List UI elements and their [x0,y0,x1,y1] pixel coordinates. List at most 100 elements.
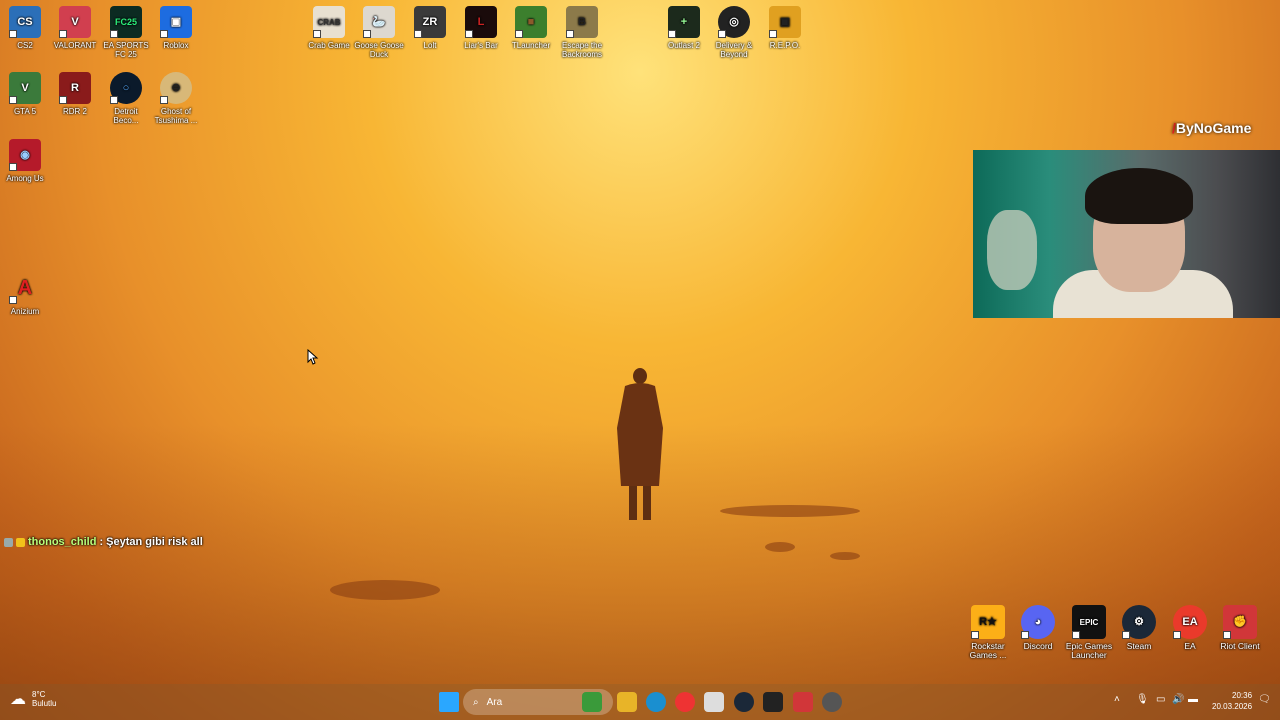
weather-widget[interactable]: ☁ 8°C Bulutlu [10,689,56,709]
ghost-icon: ⊜ [160,72,192,104]
icon-label: EA SPORTS FC 25 [103,41,149,59]
icon-label: Outlast 2 [667,41,700,50]
battery-icon[interactable]: ▬ [1188,694,1198,705]
plush-toy [987,210,1037,290]
microphone-icon[interactable]: 🎙 [1136,694,1149,705]
desktop-icon-cs2[interactable]: CS CS2 [0,6,50,50]
repo-icon: ▣ [769,6,801,38]
icon-label: Steam [1126,641,1152,651]
rock [830,552,860,560]
epic-games-icon: EPIC [1072,605,1106,639]
chrome-icon[interactable] [675,692,695,712]
rock [720,505,860,517]
icon-label: R.E.P.O. [769,41,801,50]
icon-label: Delivery & Beyond [715,41,753,59]
desktop-icon-epic-games[interactable]: EPIC Epic Games Launcher [1061,605,1117,660]
bynogame-logo: /ByNoGame [1172,120,1251,136]
desktop-icon-liars-bar[interactable]: L Liar's Bar [456,6,506,50]
rdr2-icon: R [59,72,91,104]
file-explorer-icon[interactable] [617,692,637,712]
date-text: 20.03.2026 [1212,702,1253,711]
desktop-icon-valorant[interactable]: V VALORANT [50,6,100,50]
logo-text: ByNoGame [1175,120,1252,136]
edge-icon[interactable] [646,692,666,712]
rock [330,580,440,600]
desktop-icon-delivery-beyond[interactable]: ◎ Delivery & Beyond [709,6,759,59]
volume-icon[interactable]: 🔊 [1172,694,1184,705]
delivery-icon: ◎ [718,6,750,38]
notification-icon[interactable]: 🗨 [1258,694,1271,705]
icon-label: Riot Client [1220,641,1260,651]
detroit-icon: ○ [110,72,142,104]
riot-client-icon: ✊ [1223,605,1257,639]
chat-username: thonos_child [28,536,97,548]
gta5-icon: V [9,72,41,104]
steam-taskbar-icon[interactable] [734,692,754,712]
icon-label: Lolt [423,41,437,50]
desktop-icon-ea[interactable]: EA EA [1162,605,1218,651]
valorant-icon: V [59,6,91,38]
desktop-icon-anizium[interactable]: A Anizium [0,272,50,316]
lolt-icon: ZR [414,6,446,38]
desktop-icon-crab-game[interactable]: CRAB Crab Game [304,6,354,50]
desktop-icon-roblox[interactable]: ▣ Roblox [151,6,201,50]
cloud-icon: ☁ [10,691,26,708]
desktop-icon-discord[interactable]: ◕ Discord [1010,605,1066,651]
search-icon: ⌕ [473,696,479,708]
start-button[interactable] [439,692,459,712]
chat-text: : Şeytan gibi risk all [99,536,203,548]
backrooms-icon: B [566,6,598,38]
desktop-icon-gta5[interactable]: V GTA 5 [0,72,50,116]
show-hidden-icons-icon[interactable]: ˄ [1114,694,1120,705]
ea-icon: EA [1173,605,1207,639]
store-icon[interactable] [704,692,724,712]
crab-game-icon: CRAB [313,6,345,38]
chat-message: thonos_child : Şeytan gibi risk all [4,536,203,548]
rockstar-icon: R★ [971,605,1005,639]
roblox-icon: ▣ [160,6,192,38]
desktop-icon-detroit[interactable]: ○ Detroit Beco... [101,72,151,125]
silhouette-figure [617,368,663,520]
icon-label: Discord [1023,641,1053,651]
desktop-icon-lolt[interactable]: ZR Lolt [405,6,455,50]
icon-label: Among Us [6,174,44,183]
icon-label: Goose Goose Duck [354,41,404,59]
clock[interactable]: 20:36 20.03.2026 [1212,690,1252,712]
icon-label: TLauncher [511,41,551,50]
desktop-icon-riot-client[interactable]: ✊ Riot Client [1212,605,1268,651]
desktop-icon-fc25[interactable]: FC25 EA SPORTS FC 25 [101,6,151,59]
icon-label: Detroit Beco... [113,107,139,125]
steam-icon: ⚙ [1122,605,1156,639]
icon-label: RDR 2 [62,107,87,116]
mouse-cursor-icon [307,349,319,365]
desktop-icon-rockstar[interactable]: R★ Rockstar Games ... [960,605,1016,660]
desktop-icon-ghost-of-tsushima[interactable]: ⊜ Ghost of Tsushima ... [151,72,201,125]
icon-label: Crab Game [308,41,350,50]
desktop-icon-rdr2[interactable]: R RDR 2 [50,72,100,116]
desktop-icon-outlast-2[interactable]: + Outlast 2 [659,6,709,50]
desktop-icon-repo[interactable]: ▣ R.E.P.O. [760,6,810,50]
taskbar: ☁ 8°C Bulutlu ⌕ Ara ˄ 🎙 ▭ 🔊 ▬ 20:36 20.0… [0,684,1280,720]
desktop-icon-steam[interactable]: ⚙ Steam [1111,605,1167,651]
tlauncher-icon: ■ [515,6,547,38]
network-icon[interactable]: ▭ [1156,694,1165,705]
fc25-icon: FC25 [110,6,142,38]
obs-icon[interactable] [822,692,842,712]
icon-label: Roblox [163,41,189,50]
search-placeholder: Ara [486,696,503,708]
desktop-icon-escape-backrooms[interactable]: B Escape the Backrooms [557,6,607,59]
weather-temp: 8°C [32,690,46,699]
desktop-icon-tlauncher[interactable]: ■ TLauncher [506,6,556,50]
desktop-icon-among-us[interactable]: ◉ Among Us [0,139,50,183]
time-text: 20:36 [1232,691,1253,700]
desktop-icon-goose-goose-duck[interactable]: 🦢 Goose Goose Duck [354,6,404,59]
icon-label: EA [1184,641,1196,651]
streamer-hair [1085,168,1193,224]
game-bar-icon[interactable] [582,692,602,712]
rock [765,542,795,552]
epic-taskbar-icon[interactable] [763,692,783,712]
riot-taskbar-icon[interactable] [793,692,813,712]
icon-label: Escape the Backrooms [561,41,603,59]
weather-desc: Bulutlu [32,699,57,708]
sub-badge-icon [16,537,25,547]
